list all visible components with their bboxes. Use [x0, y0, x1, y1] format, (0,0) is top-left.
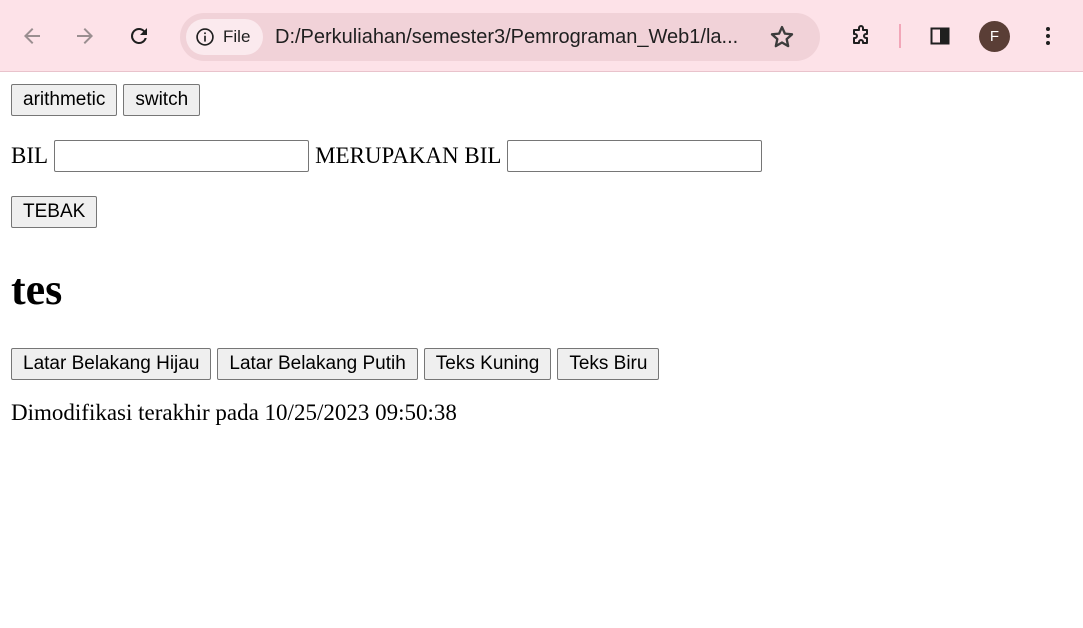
site-info-label: File [223, 27, 251, 46]
green-background-button[interactable]: Latar Belakang Hijau [11, 348, 212, 380]
blue-text-button[interactable]: Teks Biru [557, 348, 660, 380]
back-button[interactable] [12, 16, 52, 56]
browser-toolbar: File D:/Perkuliahan/semester3/Pemrograma… [0, 0, 1083, 72]
last-modified-text: Dimodifikasi terakhir pada 10/25/2023 09… [11, 400, 457, 425]
switch-button[interactable]: switch [123, 84, 201, 116]
more-icon [1046, 27, 1050, 45]
side-panel-button[interactable] [920, 16, 960, 56]
submit-row: TEBAK [11, 196, 99, 228]
extensions-button[interactable] [841, 16, 881, 56]
guess-form: BIL MERUPAKAN BIL [11, 140, 768, 172]
reload-button[interactable] [119, 16, 159, 56]
site-info-chip[interactable]: File [186, 19, 264, 55]
info-icon [196, 28, 214, 46]
page-heading: tes [11, 265, 63, 314]
profile-avatar[interactable]: F [979, 21, 1010, 52]
white-background-button[interactable]: Latar Belakang Putih [217, 348, 418, 380]
menu-button[interactable] [1028, 16, 1068, 56]
arithmetic-button[interactable]: arithmetic [11, 84, 118, 116]
address-bar[interactable]: File D:/Perkuliahan/semester3/Pemrograma… [180, 13, 820, 61]
style-button-row: Latar Belakang Hijau Latar Belakang Putih… [11, 348, 661, 380]
back-icon [24, 28, 40, 44]
number-input[interactable] [54, 140, 310, 172]
toolbar-divider [899, 24, 901, 48]
yellow-text-button[interactable]: Teks Kuning [423, 348, 552, 380]
side-panel-icon [930, 27, 950, 45]
merupakan-label: MERUPAKAN BIL [315, 143, 502, 168]
top-button-row: arithmetic switch [11, 84, 202, 116]
reload-icon [131, 27, 147, 44]
result-input[interactable] [507, 140, 763, 172]
star-icon[interactable] [768, 23, 796, 51]
url-text[interactable]: D:/Perkuliahan/semester3/Pemrograman_Web… [275, 25, 755, 49]
forward-button[interactable] [65, 16, 105, 56]
tebak-button[interactable]: TEBAK [11, 196, 98, 228]
extensions-icon [853, 25, 868, 44]
bil-label: BIL [11, 143, 49, 168]
forward-icon [77, 28, 93, 44]
